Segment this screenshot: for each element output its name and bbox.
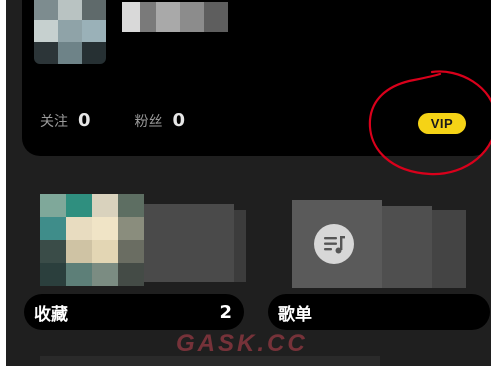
follow-count[interactable]: 0: [78, 110, 91, 131]
collection-label: 收藏: [34, 304, 68, 325]
username-pixelated: [122, 0, 228, 34]
collection-count: 2: [219, 301, 232, 323]
watermark: GASK.CC: [176, 330, 308, 357]
playlist-label: 歌单: [278, 304, 312, 325]
collection-bar[interactable]: 收藏 2: [24, 294, 244, 330]
playlist-music-icon: [314, 224, 354, 264]
vip-badge[interactable]: VIP: [418, 113, 466, 134]
profile-card: 关注 0 粉丝 0 VIP: [22, 0, 491, 156]
playlist-stack-mid: [376, 206, 432, 288]
avatar[interactable]: [34, 0, 106, 64]
fans-count[interactable]: 0: [173, 110, 186, 131]
playlist-thumbnail[interactable]: [292, 200, 466, 288]
app-screen: 关注 0 粉丝 0 VIP 收藏 2 歌单 GASK.CC: [6, 0, 491, 366]
playlist-bar[interactable]: 歌单: [268, 294, 490, 330]
fans-label[interactable]: 粉丝: [135, 111, 163, 131]
collection-cover-pixelated: [40, 194, 144, 286]
profile-stats: 关注 0 粉丝 0: [40, 110, 185, 131]
collection-thumbnail[interactable]: [40, 194, 246, 288]
follow-label[interactable]: 关注: [40, 111, 68, 131]
playlist-cover: [292, 200, 382, 288]
